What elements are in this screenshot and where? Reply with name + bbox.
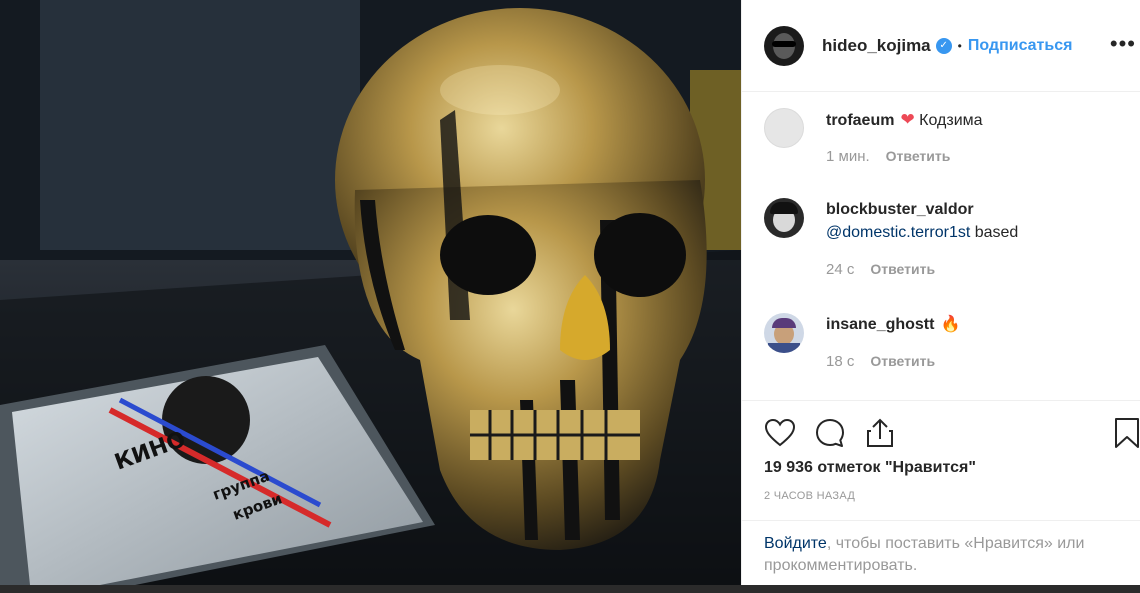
comment-time: 18 с [826, 353, 855, 370]
comment-avatar[interactable] [764, 198, 804, 238]
comment-bubble-icon[interactable] [812, 415, 848, 451]
comment-meta: 18 с Ответить [826, 353, 935, 370]
post-timestamp[interactable]: 2 ЧАСОВ НАЗАД [764, 490, 855, 502]
comment-body: insane_ghostt 🔥 [826, 313, 1136, 336]
comment-username[interactable]: insane_ghostt [826, 316, 934, 333]
post-actions: 19 936 отметок "Нравится" 2 ЧАСОВ НАЗАД … [742, 400, 1140, 585]
verified-badge-icon: ✓ [935, 37, 952, 54]
comment-time: 1 мин. [826, 148, 870, 165]
author-avatar[interactable] [764, 25, 804, 66]
comment-avatar[interactable] [764, 108, 804, 148]
comment-meta: 24 с Ответить [826, 261, 935, 278]
heart-emoji-icon: ❤ [900, 110, 915, 129]
comment-avatar[interactable] [764, 313, 804, 353]
comments-list: trofaeum ❤ Кодзима 1 мин. Ответить blockbu… [742, 92, 1140, 400]
comment-body: trofaeum ❤ Кодзима [826, 108, 1136, 132]
author-username[interactable]: hideo_kojima [822, 36, 931, 56]
bookmark-icon[interactable] [1114, 417, 1140, 451]
header-separator: • [957, 38, 962, 53]
share-icon[interactable] [862, 415, 898, 451]
reply-button[interactable]: Ответить [886, 148, 951, 164]
follow-button[interactable]: Подписаться [968, 37, 1073, 55]
action-icon-row [762, 415, 898, 451]
photo-scene: КИНО группа крови [0, 0, 741, 593]
post-side-panel: hideo_kojima ✓ • Подписаться ••• trofaeu… [741, 0, 1140, 585]
comment-meta: 1 мин. Ответить [826, 148, 950, 165]
comment-mention-link[interactable]: @domestic.terror1st [826, 224, 970, 241]
post-header: hideo_kojima ✓ • Подписаться ••• [742, 0, 1140, 92]
login-link[interactable]: Войдите [764, 535, 827, 552]
comment-text: Кодзима [919, 112, 983, 129]
comment-username[interactable]: trofaeum [826, 112, 894, 129]
comment-username[interactable]: blockbuster_valdor [826, 198, 1130, 221]
login-prompt: Войдите, чтобы поставить «Нравится» или … [742, 520, 1140, 589]
post-photo[interactable]: КИНО группа крови [0, 0, 741, 593]
comment-text: based [974, 224, 1019, 241]
fire-emoji-icon: 🔥 [940, 316, 961, 333]
more-options-icon[interactable]: ••• [1110, 33, 1136, 55]
comment-time: 24 с [826, 261, 855, 278]
likes-count[interactable]: 19 936 отметок "Нравится" [764, 459, 976, 477]
reply-button[interactable]: Ответить [870, 353, 935, 369]
reply-button[interactable]: Ответить [870, 261, 935, 277]
comment-body: blockbuster_valdor @domestic.terror1st b… [826, 198, 1136, 244]
heart-outline-icon[interactable] [762, 415, 798, 451]
